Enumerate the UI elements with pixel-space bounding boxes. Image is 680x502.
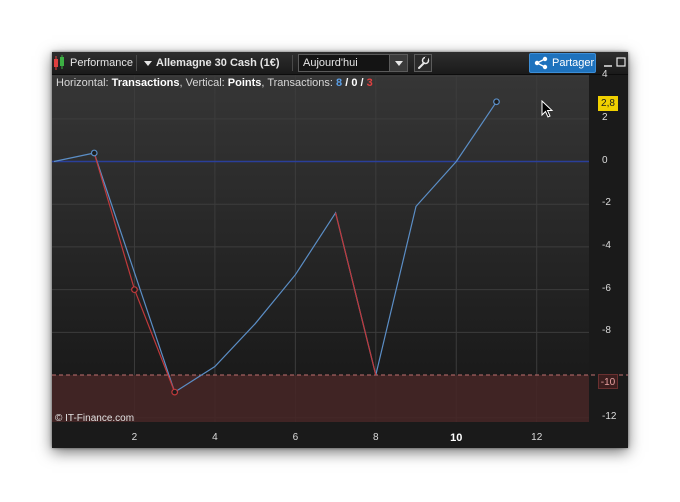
- x-tick-label: 10: [450, 432, 463, 444]
- maximize-icon[interactable]: [616, 56, 626, 68]
- plot-area: [52, 74, 589, 422]
- instrument-name: Allemagne 30 Cash (1€): [156, 57, 280, 69]
- x-tick-label: 4: [212, 432, 218, 443]
- vertical-value: Points: [227, 77, 262, 89]
- y-tick-label: -8: [602, 325, 611, 337]
- candlestick-icon[interactable]: [52, 52, 66, 74]
- chart-toolbar: Performance Allemagne 30 Cash (1€) Aujou…: [52, 52, 628, 75]
- horizontal-value: Transactions: [111, 77, 180, 89]
- toolbar-divider: [136, 55, 137, 71]
- y-axis-panel: [589, 74, 628, 448]
- y-tick-label: 4: [602, 69, 608, 81]
- toolbar-divider: [292, 55, 293, 71]
- y-tick-label: -6: [602, 282, 611, 294]
- loss-threshold-badge: -10: [598, 374, 618, 389]
- losing-transactions-count: 3: [366, 77, 373, 89]
- share-icon: [534, 56, 548, 70]
- count-separator: /: [342, 77, 352, 89]
- mouse-cursor-icon: [541, 100, 554, 118]
- y-tick-label: -12: [602, 410, 617, 422]
- x-tick-label: 6: [292, 432, 299, 443]
- trade-point-marker: [131, 286, 138, 294]
- transactions-prefix: , Transactions:: [261, 77, 337, 89]
- period-select[interactable]: Aujourd'hui: [298, 54, 408, 72]
- dropdown-arrow-icon[interactable]: [389, 55, 407, 71]
- x-tick-label: 2: [131, 432, 138, 443]
- settings-button[interactable]: [414, 54, 432, 72]
- instrument-selector[interactable]: Allemagne 30 Cash (1€): [144, 52, 280, 74]
- last-value-badge: 2,8: [598, 96, 618, 111]
- y-tick-label: 0: [602, 154, 608, 166]
- y-tick-label: -2: [602, 197, 611, 209]
- trade-point-marker: [171, 388, 179, 396]
- wrench-icon: [418, 56, 430, 69]
- period-value: Aujourd'hui: [303, 57, 358, 69]
- y-tick-label: -4: [602, 239, 611, 251]
- y-tick-label: 2: [602, 111, 608, 123]
- trade-point-marker: [90, 149, 98, 157]
- vertical-prefix: , Vertical:: [179, 77, 228, 89]
- horizontal-prefix: Horizontal:: [56, 77, 112, 89]
- performance-label[interactable]: Performance: [70, 52, 133, 74]
- x-tick-label: 12: [531, 432, 543, 443]
- caret-down-icon: [144, 60, 152, 66]
- trade-point-marker: [493, 98, 500, 106]
- chart-info-bar: Horizontal: Transactions, Vertical: Poin…: [56, 77, 373, 89]
- copyright-notice: © IT-Finance.com: [55, 413, 135, 424]
- share-button[interactable]: Partager: [529, 53, 596, 73]
- minimize-icon[interactable]: [603, 56, 613, 68]
- count-separator: /: [357, 77, 367, 89]
- x-tick-label: 8: [373, 432, 379, 443]
- share-label: Partager: [552, 57, 595, 69]
